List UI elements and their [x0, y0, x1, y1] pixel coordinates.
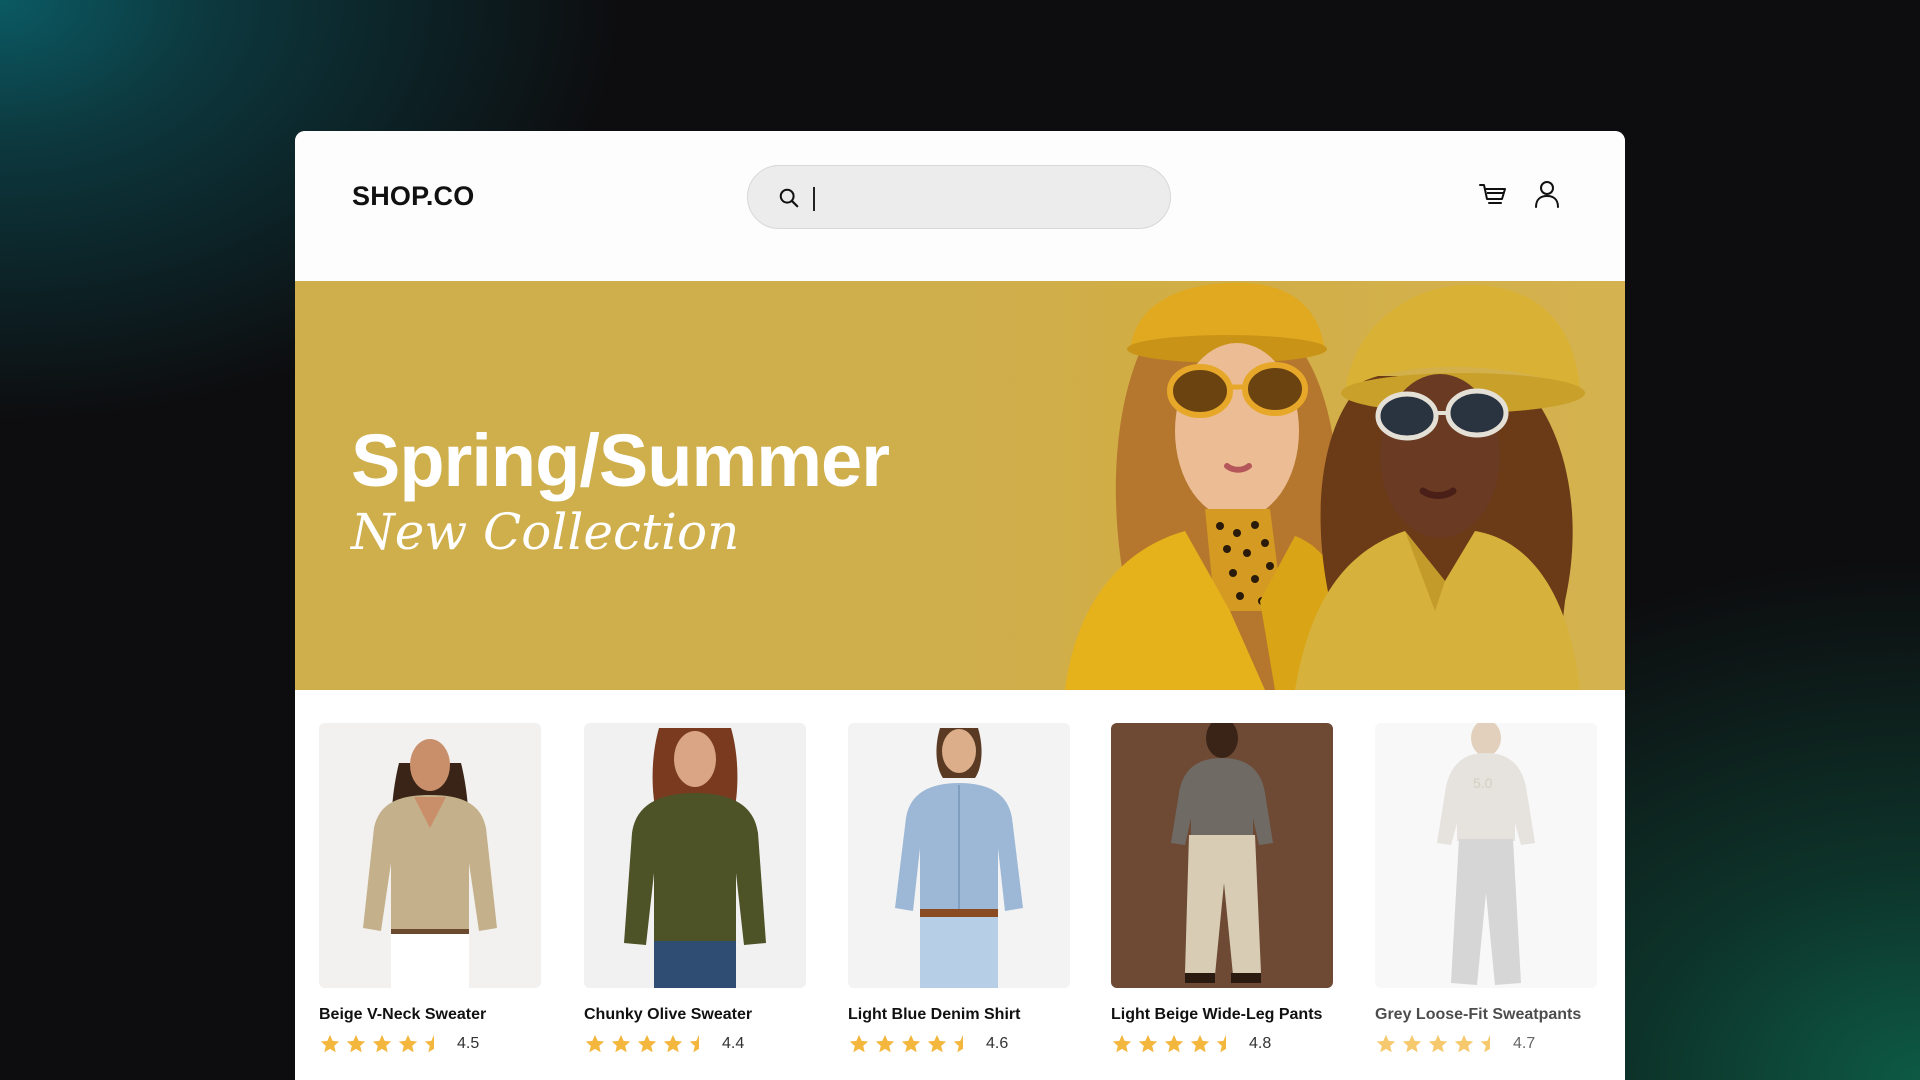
star-full-icon: [372, 1034, 392, 1053]
star-full-icon: [1138, 1034, 1158, 1053]
star-half-icon: [424, 1034, 434, 1053]
star-full-icon: [1112, 1034, 1132, 1053]
product-photo: [848, 723, 1070, 988]
product-photo: [319, 723, 541, 988]
product-image: [1111, 723, 1333, 988]
hero-title: Spring/Summer: [351, 419, 890, 502]
star-half-icon: [1216, 1034, 1226, 1053]
star-full-icon: [1454, 1034, 1474, 1053]
star-full-icon: [611, 1034, 631, 1053]
star-full-icon: [585, 1034, 605, 1053]
product-card[interactable]: Chunky Olive Sweater 4.4: [584, 723, 806, 1056]
star-rating: [848, 1033, 974, 1055]
product-name: Grey Loose-Fit Sweatpants: [1375, 1006, 1582, 1023]
star-full-icon: [398, 1034, 418, 1053]
star-half-icon: [689, 1034, 699, 1053]
product-image: [848, 723, 1070, 988]
star-full-icon: [875, 1034, 895, 1053]
hero-banner[interactable]: Spring/Summer New Collection: [295, 281, 1625, 690]
product-rating: 4.5: [319, 1032, 541, 1056]
search-icon: [779, 188, 799, 208]
product-photo: [584, 723, 806, 988]
rating-value: 4.6: [986, 1035, 1009, 1052]
text-caret: [813, 187, 815, 211]
product-grid: Beige V-Neck Sweater 4.5 Chunky Olive Sw…: [295, 690, 1625, 1080]
star-half-icon: [953, 1034, 963, 1053]
star-full-icon: [637, 1034, 657, 1053]
star-rating: [319, 1033, 445, 1055]
star-rating: [1111, 1033, 1237, 1055]
star-full-icon: [1428, 1034, 1448, 1053]
star-rating: [1375, 1033, 1501, 1055]
product-image: [319, 723, 541, 988]
cart-icon[interactable]: [1478, 179, 1508, 209]
product-rating: 4.4: [584, 1032, 806, 1056]
product-card[interactable]: Light Beige Wide-Leg Pants 4.8: [1111, 723, 1333, 1056]
product-rating: 4.6: [848, 1032, 1070, 1056]
star-full-icon: [346, 1034, 366, 1053]
star-full-icon: [849, 1034, 869, 1053]
rating-value: 4.8: [1249, 1035, 1272, 1052]
logo[interactable]: SHOP.CO: [352, 181, 474, 212]
product-name: Beige V-Neck Sweater: [319, 1006, 487, 1023]
site-header: SHOP.CO: [295, 131, 1625, 281]
product-card[interactable]: 5.0 Grey Loose-Fit Sweatpants 4.7: [1375, 723, 1597, 1056]
product-photo: [1111, 723, 1333, 988]
product-photo: 5.0: [1375, 723, 1597, 988]
star-full-icon: [901, 1034, 921, 1053]
star-full-icon: [663, 1034, 683, 1053]
product-image: 5.0: [1375, 723, 1597, 988]
star-half-icon: [1480, 1034, 1490, 1053]
star-full-icon: [1376, 1034, 1396, 1053]
star-full-icon: [1164, 1034, 1184, 1053]
star-full-icon: [1402, 1034, 1422, 1053]
product-name: Light Beige Wide-Leg Pants: [1111, 1006, 1323, 1023]
search-bar[interactable]: [747, 165, 1171, 229]
product-rating: 4.7: [1375, 1032, 1597, 1056]
star-rating: [584, 1033, 710, 1055]
product-image: [584, 723, 806, 988]
user-icon[interactable]: [1533, 179, 1561, 209]
svg-text:5.0: 5.0: [1473, 775, 1493, 791]
star-full-icon: [1190, 1034, 1210, 1053]
search-input[interactable]: [810, 178, 1150, 218]
rating-value: 4.5: [457, 1035, 480, 1052]
star-full-icon: [320, 1034, 340, 1053]
rating-value: 4.7: [1513, 1035, 1536, 1052]
product-rating: 4.8: [1111, 1032, 1333, 1056]
browser-window: SHOP.CO Spring/Summer New Collection Bei…: [295, 131, 1625, 1080]
rating-value: 4.4: [722, 1035, 745, 1052]
product-name: Light Blue Denim Shirt: [848, 1006, 1021, 1023]
star-full-icon: [927, 1034, 947, 1053]
hero-photo: [915, 281, 1625, 690]
product-card[interactable]: Beige V-Neck Sweater 4.5: [319, 723, 541, 1056]
product-name: Chunky Olive Sweater: [584, 1006, 753, 1023]
hero-subtitle: New Collection: [351, 503, 740, 561]
product-card[interactable]: Light Blue Denim Shirt 4.6: [848, 723, 1070, 1056]
